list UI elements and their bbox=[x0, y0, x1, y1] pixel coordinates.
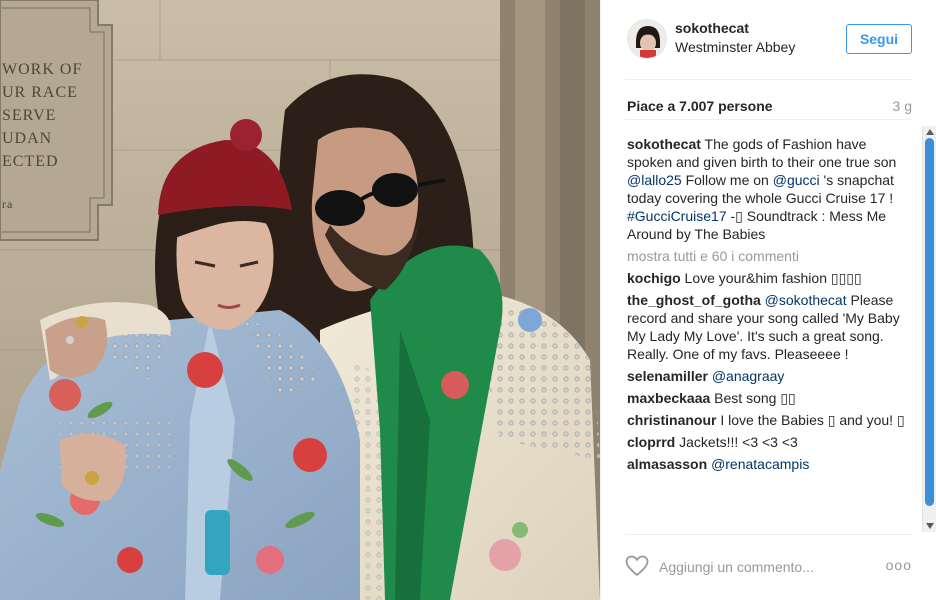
plaque-line: ECTED bbox=[2, 153, 59, 170]
plaque-line: UR RACE bbox=[2, 84, 78, 101]
comment-username[interactable]: selenamiller bbox=[627, 368, 708, 384]
comment-username[interactable]: kochigo bbox=[627, 270, 681, 286]
post-modal: WORK OF UR RACE SERVE UDAN ECTED ra soko… bbox=[0, 0, 936, 600]
follow-button[interactable]: Segui bbox=[846, 24, 912, 54]
scrollbar-thumb[interactable] bbox=[925, 138, 934, 506]
mention-link[interactable]: @renatacampis bbox=[711, 456, 809, 472]
post-age[interactable]: 3 g bbox=[893, 98, 912, 114]
photo-illustration: WORK OF UR RACE SERVE UDAN ECTED ra bbox=[0, 0, 600, 600]
heart-icon[interactable] bbox=[625, 555, 649, 580]
comment-username[interactable]: almasasson bbox=[627, 456, 707, 472]
comment-item: the_ghost_of_gotha @sokothecat Please re… bbox=[627, 291, 914, 363]
avatar[interactable] bbox=[627, 19, 667, 59]
post-caption: sokothecat The gods of Fashion have spok… bbox=[627, 135, 914, 243]
post-photo[interactable]: WORK OF UR RACE SERVE UDAN ECTED ra bbox=[0, 0, 600, 600]
comment-item: almasasson @renatacampis bbox=[627, 455, 914, 473]
comment-username[interactable]: maxbeckaaa bbox=[627, 390, 710, 406]
mention-link[interactable]: @gucci bbox=[773, 172, 820, 188]
mention-link[interactable]: @sokothecat bbox=[765, 292, 847, 308]
plaque-line: UDAN bbox=[2, 130, 52, 147]
mention-link[interactable]: @lallo25 bbox=[627, 172, 682, 188]
scroll-up-arrow-icon[interactable] bbox=[926, 129, 934, 135]
post-details-panel: sokothecat Westminster Abbey Segui Piace… bbox=[600, 0, 936, 600]
scroll-down-arrow-icon[interactable] bbox=[926, 523, 934, 529]
likes-count[interactable]: Piace a 7.007 persone bbox=[627, 98, 773, 114]
avatar-image bbox=[628, 20, 666, 58]
comment-text: Best song ▯▯ bbox=[710, 390, 796, 406]
comment-text: Love your&him fashion ▯▯▯▯ bbox=[680, 270, 862, 286]
caption-username[interactable]: sokothecat bbox=[627, 136, 701, 152]
hashtag-link[interactable]: #GucciCruise17 bbox=[627, 208, 727, 224]
comment-item: christinanour I love the Babies ▯ and yo… bbox=[627, 411, 914, 429]
comment-username[interactable]: cloprrd bbox=[627, 434, 675, 450]
caption-text: Follow me on bbox=[681, 172, 773, 188]
mention-link[interactable]: @anagraay bbox=[712, 368, 785, 384]
comments-list: sokothecat The gods of Fashion have spok… bbox=[627, 135, 914, 533]
likes-row: Piace a 7.007 persone 3 g bbox=[625, 96, 912, 120]
comment-text: I love the Babies ▯ and you! ▯ bbox=[716, 412, 905, 428]
comment-input[interactable] bbox=[659, 555, 879, 579]
comments-scrollbar[interactable] bbox=[922, 126, 936, 532]
comment-username[interactable]: the_ghost_of_gotha bbox=[627, 292, 761, 308]
comment-username[interactable]: christinanour bbox=[627, 412, 716, 428]
post-location[interactable]: Westminster Abbey bbox=[675, 39, 795, 55]
show-all-comments-link[interactable]: mostra tutti e 60 i commenti bbox=[627, 247, 914, 265]
comment-item: selenamiller @anagraay bbox=[627, 367, 914, 385]
post-username[interactable]: sokothecat bbox=[675, 20, 749, 36]
comment-item: maxbeckaaa Best song ▯▯ bbox=[627, 389, 914, 407]
more-options-icon[interactable]: ooo bbox=[886, 557, 912, 573]
plaque-line: WORK OF bbox=[2, 61, 82, 78]
plaque-line: ra bbox=[2, 197, 13, 211]
stone-plaque: WORK OF UR RACE SERVE UDAN ECTED ra bbox=[0, 0, 113, 241]
post-header: sokothecat Westminster Abbey Segui bbox=[625, 0, 912, 80]
comment-item: cloprrd Jackets!!! <3 <3 <3 bbox=[627, 433, 914, 451]
comment-text: Jackets!!! <3 <3 <3 bbox=[675, 434, 798, 450]
comment-bar: ooo bbox=[625, 534, 912, 600]
plaque-line: SERVE bbox=[2, 107, 56, 124]
comment-item: kochigo Love your&him fashion ▯▯▯▯ bbox=[627, 269, 914, 287]
